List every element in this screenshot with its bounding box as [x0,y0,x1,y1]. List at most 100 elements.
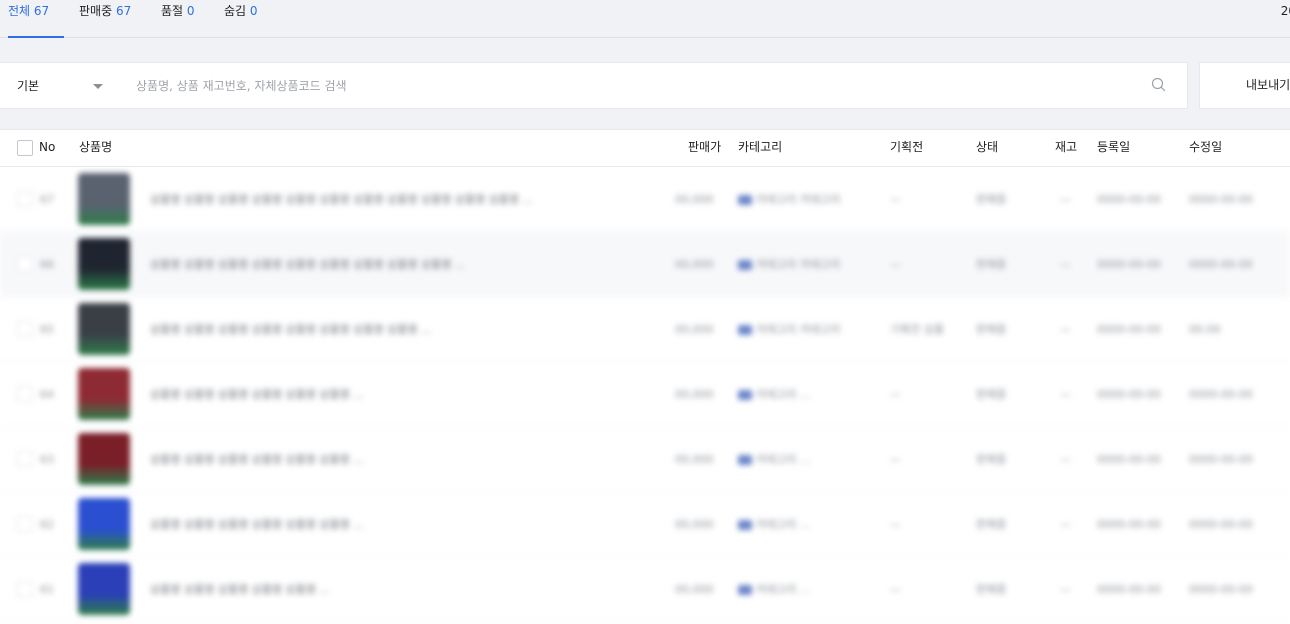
table-row[interactable]: 67 상품명 상품명 상품명 상품명 상품명 상품명 상품명 상품명 상품명 상품… [0,167,1290,232]
table-row[interactable]: 66 상품명 상품명 상품명 상품명 상품명 상품명 상품명 상품명 상품명 ..… [0,232,1290,297]
header-modified[interactable]: 수정일 [1189,130,1222,166]
cell-registered: 0000-00-00 [1097,453,1161,466]
cell-registered: 0000-00-00 [1097,583,1161,596]
search-type-select[interactable]: 기본 [17,63,109,110]
tab-on-sale-count: 67 [115,4,132,18]
product-thumbnail[interactable] [78,563,130,615]
cell-price: 00,000 [675,583,714,596]
cell-category: 카테고리 ... [738,362,810,427]
tab-hidden[interactable]: 숨김 0 [224,0,258,38]
cell-registered: 0000-00-00 [1097,518,1161,531]
table-row[interactable]: 61 상품명 상품명 상품명 상품명 상품명 ... 00,000 카테고리 ... —… [0,557,1290,622]
tab-on-sale[interactable]: 판매중 67 [79,0,131,38]
cell-category-text: 카테고리 ... [756,388,811,401]
header-category[interactable]: 카테고리 [738,130,782,166]
cell-status: 판매중 [976,583,1007,596]
row-checkbox[interactable] [17,191,33,207]
tab-all-label: 전체 [8,4,31,18]
cell-name[interactable]: 상품명 상품명 상품명 상품명 상품명 상품명 ... [150,362,364,427]
cell-modified: 0000-00-00 [1189,453,1253,466]
category-icon [738,195,752,205]
cell-status: 판매중 [976,453,1007,466]
row-checkbox[interactable] [17,451,33,467]
cell-promotion: — [890,583,901,596]
cell-modified: 0000-00-00 [1189,258,1253,271]
header-price[interactable]: 판매가 [688,130,721,166]
row-checkbox[interactable] [17,386,33,402]
table-row[interactable]: 64 상품명 상품명 상품명 상품명 상품명 상품명 ... 00,000 카테고리 … [0,362,1290,427]
row-checkbox[interactable] [17,581,33,597]
search-icon[interactable] [1151,77,1167,93]
cell-status: 판매중 [976,258,1007,271]
cell-name[interactable]: 상품명 상품명 상품명 상품명 상품명 ... [150,557,330,622]
tab-all-count: 67 [33,4,50,18]
cell-no: 65 [40,323,54,336]
cell-category: 카테고리 카테고리 [738,232,840,297]
cell-modified: 00.00 [1189,323,1221,336]
header-no[interactable]: No [39,130,55,166]
cell-no: 64 [40,388,54,401]
cell-no: 61 [40,583,54,596]
table-row[interactable]: 65 상품명 상품명 상품명 상품명 상품명 상품명 상품명 상품명 ... 00,… [0,297,1290,362]
select-all-checkbox[interactable] [17,140,33,156]
header-stock[interactable]: 재고 [1055,130,1077,166]
search-panel: 기본 [0,62,1188,109]
cell-category-text: 카테고리 카테고리 [756,323,841,336]
cell-no: 67 [40,193,54,206]
export-button-label: 내보내기 [1246,78,1290,92]
cell-category-text: 카테고리 ... [756,518,811,531]
cell-category: 카테고리 ... [738,427,810,492]
cell-status: 판매중 [976,323,1007,336]
header-registered[interactable]: 등록일 [1097,130,1130,166]
cell-name[interactable]: 상품명 상품명 상품명 상품명 상품명 상품명 상품명 상품명 상품명 ... [150,232,465,297]
cell-price: 00,000 [675,453,714,466]
cell-category: 카테고리 카테고리 [738,167,840,232]
cell-stock: — [1060,453,1071,466]
table-row[interactable]: 62 상품명 상품명 상품명 상품명 상품명 상품명 ... 00,000 카테고리 … [0,492,1290,557]
cell-status: 판매중 [976,193,1007,206]
tab-all[interactable]: 전체 67 [8,0,64,38]
product-thumbnail[interactable] [78,173,130,225]
product-thumbnail[interactable] [78,238,130,290]
cell-name[interactable]: 상품명 상품명 상품명 상품명 상품명 상품명 상품명 상품명 ... [150,297,431,362]
category-icon [738,520,752,530]
cell-promotion: — [890,453,901,466]
cell-name[interactable]: 상품명 상품명 상품명 상품명 상품명 상품명 ... [150,427,364,492]
row-checkbox[interactable] [17,321,33,337]
cell-category-text: 카테고리 카테고리 [756,193,841,206]
cell-modified: 0000-00-00 [1189,193,1253,206]
header-promotion[interactable]: 기획전 [890,130,923,166]
product-thumbnail[interactable] [78,303,130,355]
header-status[interactable]: 상태 [976,130,998,166]
cell-registered: 0000-00-00 [1097,193,1161,206]
status-tabs: 전체 67 판매중 67 품절 0 숨김 0 20 [0,0,1290,38]
product-table: No 상품명 판매가 카테고리 기획전 상태 재고 등록일 수정일 67 상품명 … [0,129,1290,624]
cell-registered: 0000-00-00 [1097,388,1161,401]
cell-promotion: — [890,193,901,206]
search-type-value: 기본 [17,79,40,93]
cell-name[interactable]: 상품명 상품명 상품명 상품명 상품명 상품명 ... [150,492,364,557]
export-button[interactable]: 내보내기 [1199,62,1290,109]
cell-category-text: 카테고리 카테고리 [756,258,841,271]
product-thumbnail[interactable] [78,368,130,420]
tab-sold-out-label: 품절 [161,4,184,18]
row-checkbox[interactable] [17,516,33,532]
tab-hidden-count: 0 [249,4,258,18]
tab-sold-out[interactable]: 품절 0 [161,0,195,38]
header-name[interactable]: 상품명 [79,130,112,166]
tab-hidden-label: 숨김 [224,4,247,18]
cell-price: 00,000 [675,258,714,271]
cell-registered: 0000-00-00 [1097,323,1161,336]
category-icon [738,455,752,465]
cell-stock: — [1060,258,1071,271]
tab-on-sale-label: 판매중 [79,4,113,18]
row-checkbox[interactable] [17,256,33,272]
product-thumbnail[interactable] [78,433,130,485]
cell-promotion: — [890,518,901,531]
search-input[interactable] [136,75,1116,97]
cell-category-text: 카테고리 ... [756,583,811,596]
product-thumbnail[interactable] [78,498,130,550]
cell-no: 63 [40,453,54,466]
cell-name[interactable]: 상품명 상품명 상품명 상품명 상품명 상품명 상품명 상품명 상품명 상품명 … [150,167,533,232]
table-row[interactable]: 63 상품명 상품명 상품명 상품명 상품명 상품명 ... 00,000 카테고리 … [0,427,1290,492]
